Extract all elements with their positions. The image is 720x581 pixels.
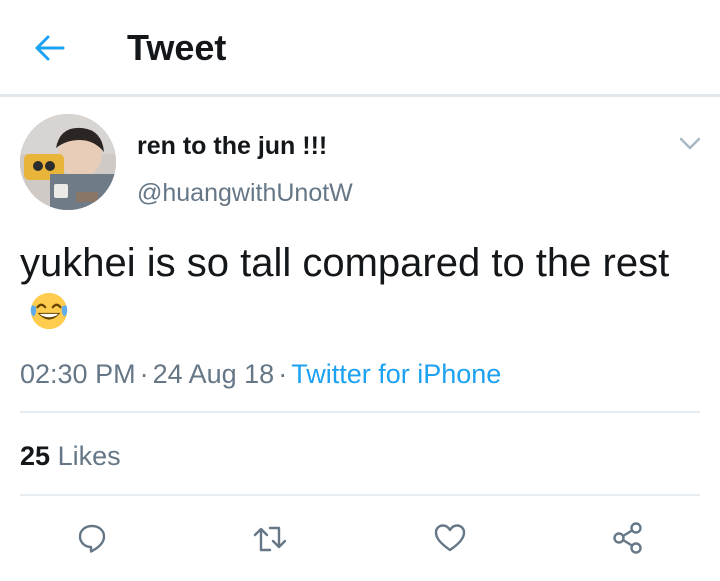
tweet-source-link[interactable]: Twitter for iPhone [291,359,501,389]
back-button[interactable] [30,28,70,68]
separator-dot: · [139,359,149,389]
user-handle[interactable]: @huangwithUnotW [137,178,353,208]
heart-icon [434,524,466,552]
top-bar: Tweet [0,0,720,97]
share-icon [613,522,642,554]
retweet-icon [253,526,287,552]
tweet-meta: 02:30 PM · 24 Aug 18 · Twitter for iPhone [20,358,501,390]
header-divider [0,94,720,97]
tweet-text: yukhei is so tall compared to the rest [20,238,700,338]
reply-button[interactable] [72,518,112,558]
more-options-button[interactable] [678,134,702,154]
likes-label: Likes [57,441,121,471]
arrow-left-icon [35,35,65,61]
like-button[interactable] [430,518,470,558]
share-button[interactable] [608,518,648,558]
avatar-image [20,114,116,210]
retweet-button[interactable] [250,518,290,558]
tweet-date: 24 Aug 18 [152,359,275,389]
face-with-tears-of-joy-icon [30,292,68,330]
page-title: Tweet [127,27,227,68]
tweet-text-content: yukhei is so tall compared to the rest [20,241,670,285]
avatar[interactable] [20,114,116,210]
divider [20,494,700,496]
separator-dot: · [278,359,288,389]
reply-icon [78,524,106,553]
chevron-down-icon [679,137,701,150]
likes-stat[interactable]: 25 Likes [20,440,121,472]
tweet-time: 02:30 PM [20,359,136,389]
likes-count: 25 [20,441,51,471]
divider [20,411,700,413]
display-name[interactable]: ren to the jun !!! [137,131,327,161]
